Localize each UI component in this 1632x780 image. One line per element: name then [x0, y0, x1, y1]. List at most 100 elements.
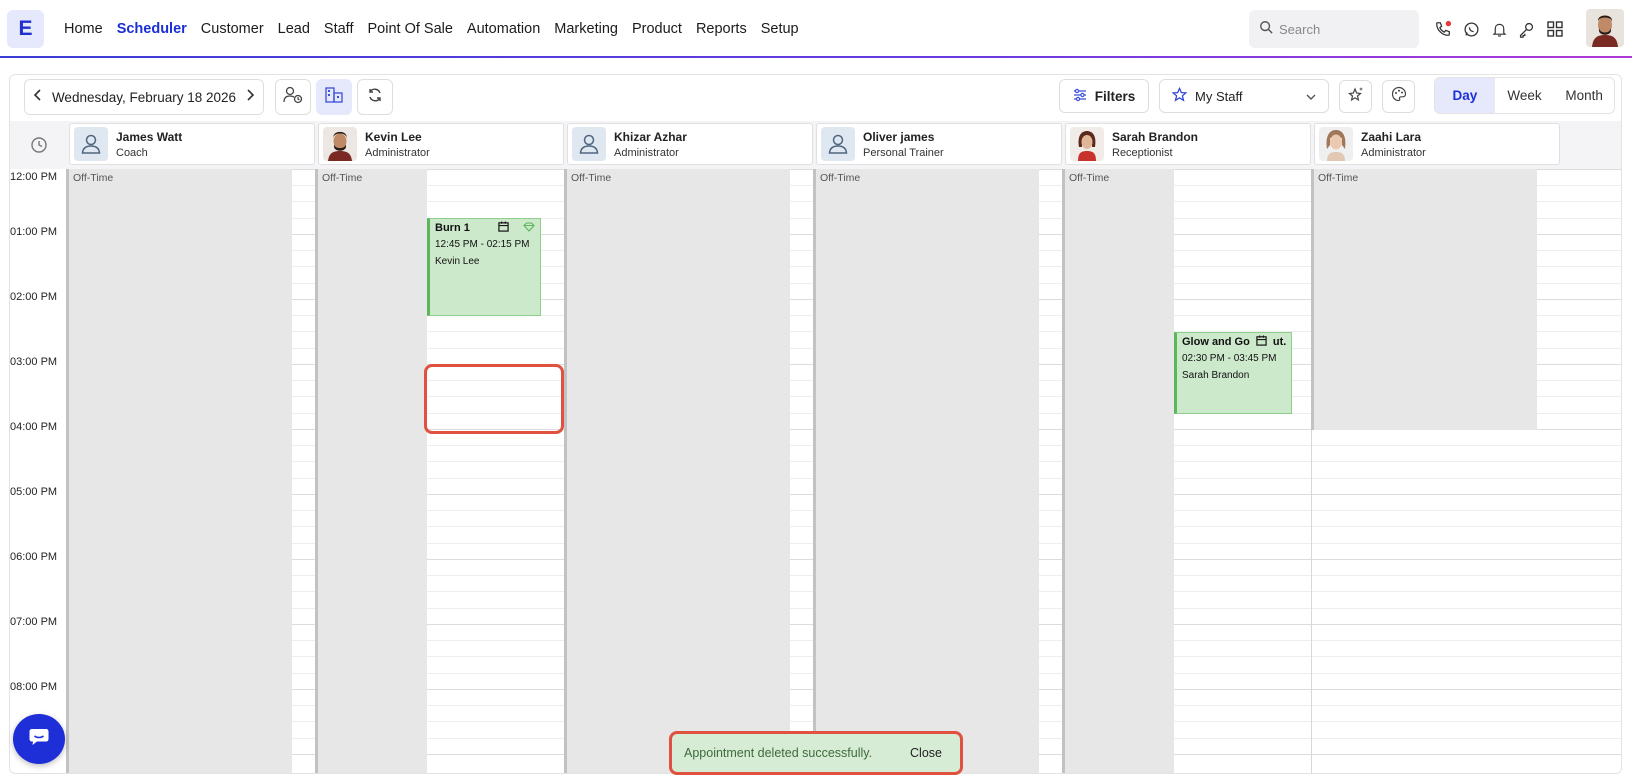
- date-navigator: Wednesday, February 18 2026: [24, 79, 264, 115]
- staff-select[interactable]: My Staff: [1159, 79, 1329, 113]
- staff-card[interactable]: Sarah Brandon Receptionist: [1065, 123, 1311, 165]
- staff-card[interactable]: Zaahi Lara Administrator: [1314, 123, 1560, 165]
- time-label: 08:00 PM: [10, 681, 66, 693]
- nav-customer[interactable]: Customer: [201, 21, 264, 37]
- sliders-icon: [1073, 88, 1087, 105]
- staff-photo: [323, 127, 357, 161]
- user-avatar[interactable]: [1586, 9, 1624, 47]
- bell-icon[interactable]: [1488, 18, 1510, 40]
- nav-home[interactable]: Home: [64, 21, 103, 37]
- staff-role: Administrator: [1361, 146, 1426, 159]
- day-grid[interactable]: 12:00 PM 01:00 PM 02:00 PM 03:00 PM 04:0…: [10, 169, 1621, 773]
- time-label: 12:00 PM: [10, 171, 66, 183]
- resource-view-button[interactable]: [316, 79, 352, 115]
- staff-role: Coach: [116, 146, 148, 159]
- tab-day[interactable]: Day: [1435, 78, 1495, 113]
- nav-staff[interactable]: Staff: [324, 21, 354, 37]
- star-icon: [1171, 86, 1188, 105]
- nav-scheduler[interactable]: Scheduler: [117, 21, 187, 37]
- appointment-staff: Sarah Brandon: [1182, 370, 1250, 381]
- staff-name: Sarah Brandon: [1112, 129, 1199, 144]
- time-label: 01:00 PM: [10, 226, 66, 238]
- tab-week[interactable]: Week: [1495, 78, 1555, 113]
- appointment-card[interactable]: Glow and Go ut.. 02:30 PM - 03:45 PM Sar…: [1174, 332, 1292, 414]
- default-user-icon: [572, 127, 606, 161]
- apps-grid-icon[interactable]: [1544, 18, 1566, 40]
- staff-photo: [1070, 127, 1104, 161]
- app-logo[interactable]: E: [7, 10, 44, 48]
- refresh-icon: [367, 87, 383, 108]
- off-time-block: Off-Time: [1311, 169, 1537, 430]
- filters-label: Filters: [1094, 88, 1136, 104]
- calendar-icon: [1256, 335, 1267, 349]
- staff-name: Kevin Lee: [365, 129, 422, 144]
- staff-name: James Watt: [116, 129, 183, 144]
- appointment-title: Burn 1: [435, 222, 470, 234]
- off-time-block: Off-Time: [315, 169, 427, 773]
- empty-time-slot[interactable]: [424, 364, 564, 434]
- staff-name: Oliver james: [863, 129, 935, 144]
- off-time-block: Off-Time: [66, 169, 292, 773]
- default-user-icon: [74, 127, 108, 161]
- palette-icon: [1391, 86, 1407, 107]
- nav-reports[interactable]: Reports: [696, 21, 747, 37]
- search-input[interactable]: [1279, 21, 1409, 37]
- user-clock-icon: [283, 86, 303, 109]
- default-user-icon: [821, 127, 855, 161]
- staff-photo: [1319, 127, 1353, 161]
- building-icon: [324, 86, 344, 109]
- staff-role: Personal Trainer: [863, 146, 944, 159]
- staff-role: Receptionist: [1112, 146, 1173, 159]
- diamond-icon: [523, 221, 535, 235]
- search-icon: [1259, 20, 1273, 39]
- time-label: 03:00 PM: [10, 356, 66, 368]
- time-label: 05:00 PM: [10, 486, 66, 498]
- whatsapp-icon[interactable]: [1460, 18, 1482, 40]
- appointment-time: 02:30 PM - 03:45 PM: [1182, 353, 1277, 364]
- toast-close-button[interactable]: Close: [910, 746, 942, 760]
- nav-product[interactable]: Product: [632, 21, 682, 37]
- time-label: 02:00 PM: [10, 291, 66, 303]
- color-theme-button[interactable]: [1382, 80, 1415, 113]
- calendar-icon: [498, 221, 509, 235]
- appointment-staff: Kevin Lee: [435, 256, 480, 267]
- appointment-card[interactable]: Burn 1 12:45 PM - 02:15 PM Kevin Lee: [427, 218, 541, 316]
- staff-schedule-button[interactable]: [275, 79, 311, 115]
- key-icon[interactable]: [1515, 18, 1537, 40]
- clock-icon: [10, 121, 68, 169]
- next-day-icon[interactable]: [245, 88, 255, 106]
- tab-month[interactable]: Month: [1554, 78, 1614, 113]
- prev-day-icon[interactable]: [33, 88, 43, 106]
- staff-card[interactable]: James Watt Coach: [69, 123, 315, 165]
- staff-header-row: James Watt Coach Kevin Lee Administrator…: [10, 121, 1621, 169]
- off-time-block: Off-Time: [813, 169, 1039, 773]
- time-label: 04:00 PM: [10, 421, 66, 433]
- appointment-time: 12:45 PM - 02:15 PM: [435, 239, 530, 250]
- staff-role: Administrator: [365, 146, 430, 159]
- phone-icon[interactable]: [1432, 18, 1454, 40]
- chat-button[interactable]: [13, 714, 65, 764]
- filters-button[interactable]: Filters: [1059, 79, 1149, 113]
- off-time-block: Off-Time: [1062, 169, 1174, 773]
- search-box[interactable]: [1249, 10, 1419, 48]
- nav-setup[interactable]: Setup: [761, 21, 799, 37]
- staff-name: Khizar Azhar: [614, 129, 687, 144]
- nav-point-of-sale[interactable]: Point Of Sale: [367, 21, 452, 37]
- nav-marketing[interactable]: Marketing: [554, 21, 618, 37]
- top-nav: E Home Scheduler Customer Lead Staff Poi…: [0, 0, 1632, 58]
- favorite-settings-button[interactable]: [1339, 80, 1372, 113]
- staff-role: Administrator: [614, 146, 679, 159]
- time-label: 06:00 PM: [10, 551, 66, 563]
- staff-card[interactable]: Khizar Azhar Administrator: [567, 123, 813, 165]
- nav-automation[interactable]: Automation: [467, 21, 540, 37]
- toast-message: Appointment deleted successfully.: [684, 746, 873, 760]
- staff-card[interactable]: Oliver james Personal Trainer: [816, 123, 1062, 165]
- nav-lead[interactable]: Lead: [278, 21, 310, 37]
- staff-card[interactable]: Kevin Lee Administrator: [318, 123, 564, 165]
- current-date[interactable]: Wednesday, February 18 2026: [52, 90, 236, 105]
- appointment-title-suffix: ut..: [1272, 336, 1286, 348]
- refresh-button[interactable]: [357, 79, 393, 115]
- scheduler-panel: Wednesday, February 18 2026 Filters My S…: [9, 74, 1622, 774]
- chat-icon: [28, 727, 50, 752]
- off-time-block: Off-Time: [564, 169, 790, 773]
